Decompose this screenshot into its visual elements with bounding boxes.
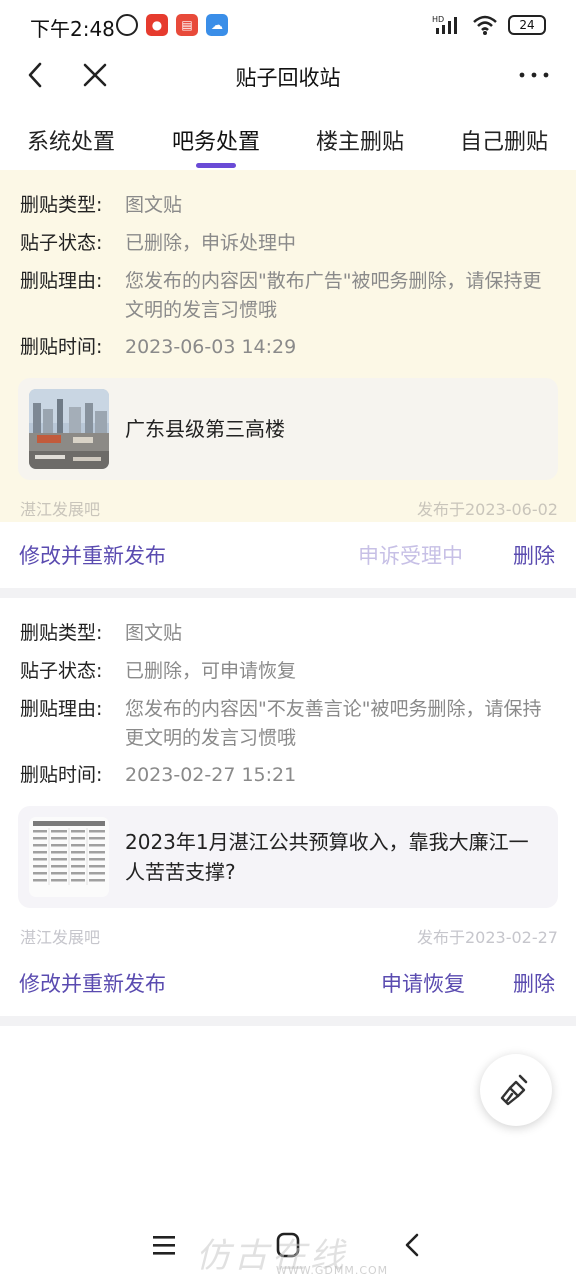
tab-system[interactable]: 系统处置	[27, 124, 115, 156]
page-title: 贴子回收站	[235, 66, 341, 90]
status-time: 下午2:48	[30, 17, 115, 41]
edit-republish-button[interactable]: 修改并重新发布	[19, 540, 166, 570]
label-post-status: 贴子状态:	[20, 232, 103, 254]
value-delete-type: 图文贴	[125, 194, 183, 216]
alarm-icon	[116, 14, 138, 36]
tab-bar: 系统处置 吧务处置 楼主删贴 自己删贴	[0, 112, 576, 170]
post-preview[interactable]: 广东县级第三高楼	[18, 378, 558, 480]
card-details: 删贴类型: 图文贴 贴子状态: 已删除，申诉处理中 删贴理由: 您发布的内容因"…	[0, 170, 576, 522]
post-thumbnail	[29, 389, 109, 469]
label-delete-time: 删贴时间:	[20, 336, 103, 358]
label-post-status: 贴子状态:	[20, 660, 103, 682]
card-details: 删贴类型: 图文贴 贴子状态: 已删除，可申请恢复 删贴理由: 您发布的内容因"…	[0, 598, 576, 950]
battery-icon: 24	[508, 15, 546, 35]
value-post-status: 已删除，申诉处理中	[125, 232, 297, 254]
value-delete-reason: 您发布的内容因"不友善言论"被吧务删除，请保持更文明的发言习惯哦	[125, 698, 542, 749]
value-delete-time: 2023-06-03 14:29	[125, 336, 297, 358]
label-delete-type: 删贴类型:	[20, 194, 103, 216]
status-notification-icons: ● ▤ ☁	[116, 14, 228, 36]
card-actions: 修改并重新发布 申请恢复 删除	[0, 950, 576, 1014]
tab-self-deleted[interactable]: 自己删贴	[460, 124, 548, 156]
deleted-post-card: 删贴类型: 图文贴 贴子状态: 已删除，可申请恢复 删贴理由: 您发布的内容因"…	[0, 598, 576, 1018]
divider	[0, 1016, 576, 1026]
active-tab-indicator	[196, 163, 236, 168]
news-app-icon: ▤	[176, 14, 198, 36]
wifi-icon	[473, 15, 497, 35]
app-notification-icon: ●	[146, 14, 168, 36]
divider	[0, 588, 576, 598]
deleted-post-card: 删贴类型: 图文贴 贴子状态: 已删除，申诉处理中 删贴理由: 您发布的内容因"…	[0, 170, 576, 588]
appeal-pending-button: 申诉受理中	[358, 544, 463, 568]
hd-label: HD	[432, 15, 444, 24]
post-title: 2023年1月湛江公共预算收入，靠我大廉江一人苦苦支撑?	[125, 830, 529, 884]
status-bar: 下午2:48 ● ▤ ☁ HD 24	[0, 0, 576, 52]
bar-name[interactable]: 湛江发展吧	[20, 924, 100, 948]
signal-icon: HD	[432, 15, 457, 34]
value-delete-time: 2023-02-27 15:21	[125, 764, 297, 786]
label-delete-reason: 删贴理由:	[20, 698, 103, 720]
post-preview[interactable]: 2023年1月湛江公共预算收入，靠我大廉江一人苦苦支撑?	[18, 806, 558, 908]
value-delete-type: 图文贴	[125, 622, 183, 644]
value-post-status: 已删除，可申请恢复	[125, 660, 297, 682]
back-nav-icon[interactable]	[400, 1232, 424, 1258]
more-dots-icon[interactable]	[518, 62, 550, 88]
clean-button[interactable]	[480, 1054, 552, 1126]
publish-date: 发布于2023-02-27	[417, 928, 558, 947]
request-restore-button[interactable]: 申请恢复	[381, 968, 465, 998]
post-title: 广东县级第三高楼	[125, 417, 285, 441]
cloud-icon: ☁	[206, 14, 228, 36]
tab-bar-moderation[interactable]: 吧务处置	[172, 124, 260, 156]
status-system-icons: HD 24	[432, 14, 546, 36]
tab-op-deleted[interactable]: 楼主删贴	[316, 124, 404, 156]
label-delete-reason: 删贴理由:	[20, 270, 103, 292]
post-thumbnail	[29, 817, 109, 897]
publish-date: 发布于2023-06-02	[417, 500, 558, 519]
menu-icon[interactable]	[152, 1234, 176, 1256]
nav-bar: 贴子回收站	[0, 52, 576, 98]
value-delete-reason: 您发布的内容因"散布广告"被吧务删除，请保持更文明的发言习惯哦	[125, 270, 542, 321]
edit-republish-button[interactable]: 修改并重新发布	[19, 968, 166, 998]
broom-icon	[500, 1074, 528, 1106]
bar-name[interactable]: 湛江发展吧	[20, 496, 100, 520]
delete-button[interactable]: 删除	[513, 968, 555, 998]
label-delete-type: 删贴类型:	[20, 622, 103, 644]
watermark-url: WWW.GDMM.COM	[276, 1264, 389, 1277]
delete-button[interactable]: 删除	[513, 540, 555, 570]
card-actions: 修改并重新发布 申诉受理中 删除	[0, 522, 576, 586]
label-delete-time: 删贴时间:	[20, 764, 103, 786]
